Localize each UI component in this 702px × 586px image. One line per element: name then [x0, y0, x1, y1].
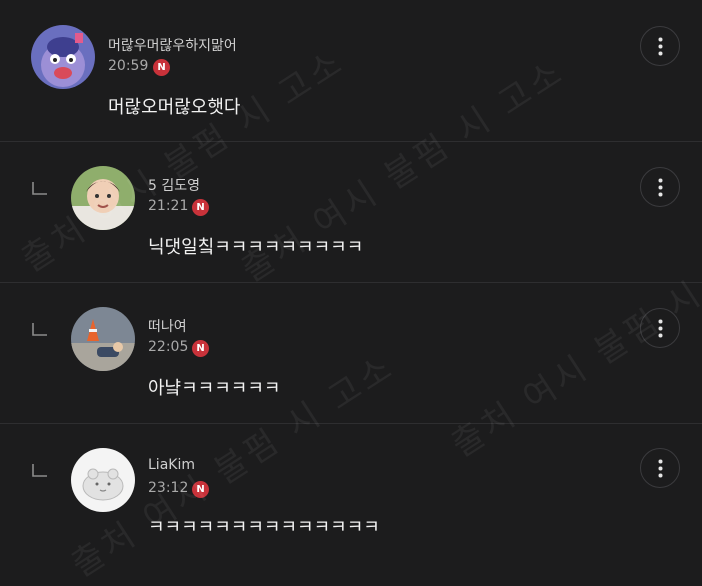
comment-author[interactable]: LiaKim: [148, 457, 195, 473]
more-options-button[interactable]: [640, 448, 680, 488]
more-vertical-icon: [658, 319, 663, 338]
comment-text: 아냨ㅋㅋㅋㅋㅋㅋ: [148, 378, 281, 399]
more-vertical-icon: [658, 178, 663, 197]
more-options-button[interactable]: [640, 308, 680, 348]
comment-author[interactable]: 머랂우머랂우하지맒어: [108, 35, 237, 55]
comment-text: 닉댓일칰ㅋㅋㅋㅋㅋㅋㅋㅋㅋ: [148, 237, 364, 258]
comment-author[interactable]: 5 김도영: [148, 175, 200, 195]
new-badge: N: [192, 340, 209, 357]
comment-time: 22:05: [148, 339, 189, 355]
new-badge: N: [192, 199, 209, 216]
avatar[interactable]: [31, 25, 95, 89]
comment-time: 20:59: [108, 58, 149, 74]
reply-item: LiaKim 23:12 N ㅋㅋㅋㅋㅋㅋㅋㅋㅋㅋㅋㅋㅋㅋ: [0, 424, 702, 558]
comment-time: 21:21: [148, 198, 189, 214]
reply-arrow-icon: [32, 182, 47, 195]
avatar[interactable]: [71, 307, 135, 371]
avatar[interactable]: [71, 448, 135, 512]
comment-text: ㅋㅋㅋㅋㅋㅋㅋㅋㅋㅋㅋㅋㅋㅋ: [148, 517, 380, 538]
reply-item: 떠나여 22:05 N 아냨ㅋㅋㅋㅋㅋㅋ: [0, 283, 702, 423]
more-vertical-icon: [658, 459, 663, 478]
reply-item: 5 김도영 21:21 N 닉댓일칰ㅋㅋㅋㅋㅋㅋㅋㅋㅋ: [0, 142, 702, 282]
comment-time: 23:12: [148, 480, 189, 496]
avatar[interactable]: [71, 166, 135, 230]
new-badge: N: [153, 59, 170, 76]
comment-item: 머랂우머랂우하지맒어 20:59 N 머랂오머랂오햇다: [0, 0, 702, 141]
more-vertical-icon: [658, 37, 663, 56]
more-options-button[interactable]: [640, 167, 680, 207]
comment-author[interactable]: 떠나여: [148, 316, 187, 336]
new-badge: N: [192, 481, 209, 498]
more-options-button[interactable]: [640, 26, 680, 66]
comment-text: 머랂오머랂오햇다: [108, 97, 241, 118]
reply-arrow-icon: [32, 323, 47, 336]
reply-arrow-icon: [32, 464, 47, 477]
